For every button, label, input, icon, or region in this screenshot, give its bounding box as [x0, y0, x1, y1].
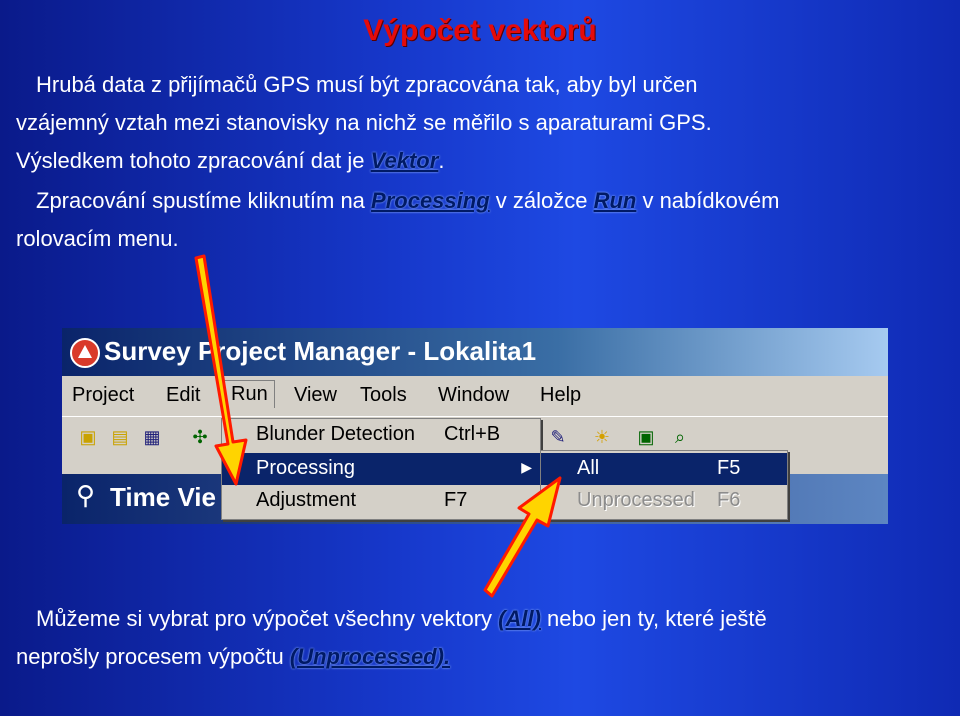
term-unprocessed: (Unprocessed). — [289, 644, 451, 669]
arrow-to-submenu-icon — [483, 476, 562, 598]
term-all: (All) — [498, 606, 541, 631]
arrow-to-processing-icon — [194, 254, 248, 486]
options-paragraph: Můžeme si vybrat pro výpočet všechny vek… — [16, 606, 767, 669]
